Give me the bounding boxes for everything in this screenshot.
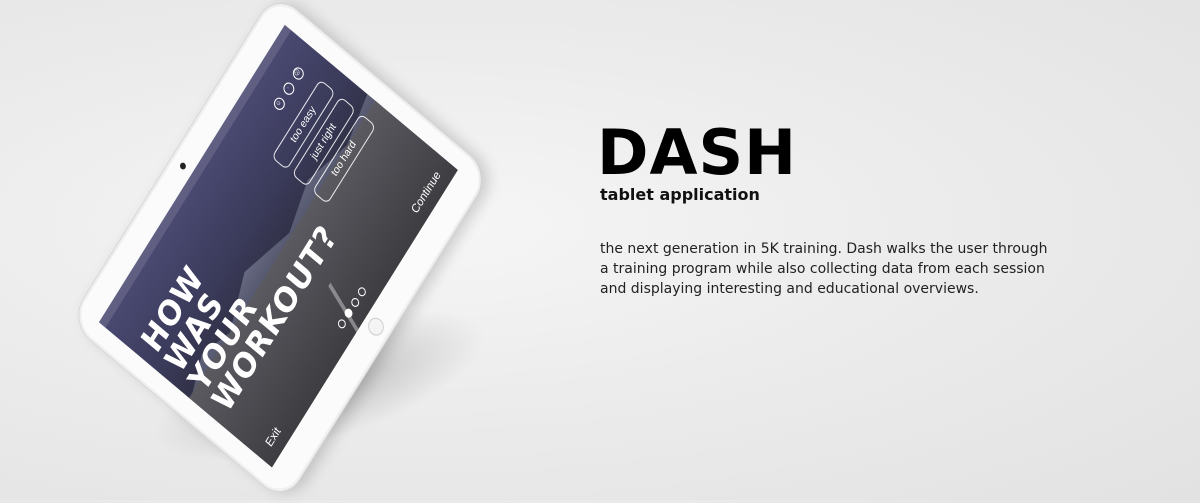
camera-icon [178, 161, 188, 171]
sad-face-icon[interactable]: ☹ [290, 64, 306, 83]
product-subtitle: tablet application [600, 185, 760, 204]
product-description: the next generation in 5K training. Dash… [600, 241, 1048, 297]
mood-faces: ☺ · ☹ [271, 64, 306, 113]
tablet-device: ☺ · ☹ too easy just right too hard HOW W… [69, 0, 491, 503]
home-button-icon [365, 314, 387, 340]
product-title: DASH [597, 116, 797, 189]
happy-face-icon[interactable]: ☺ [271, 95, 287, 113]
neutral-face-icon[interactable]: · [281, 80, 297, 98]
